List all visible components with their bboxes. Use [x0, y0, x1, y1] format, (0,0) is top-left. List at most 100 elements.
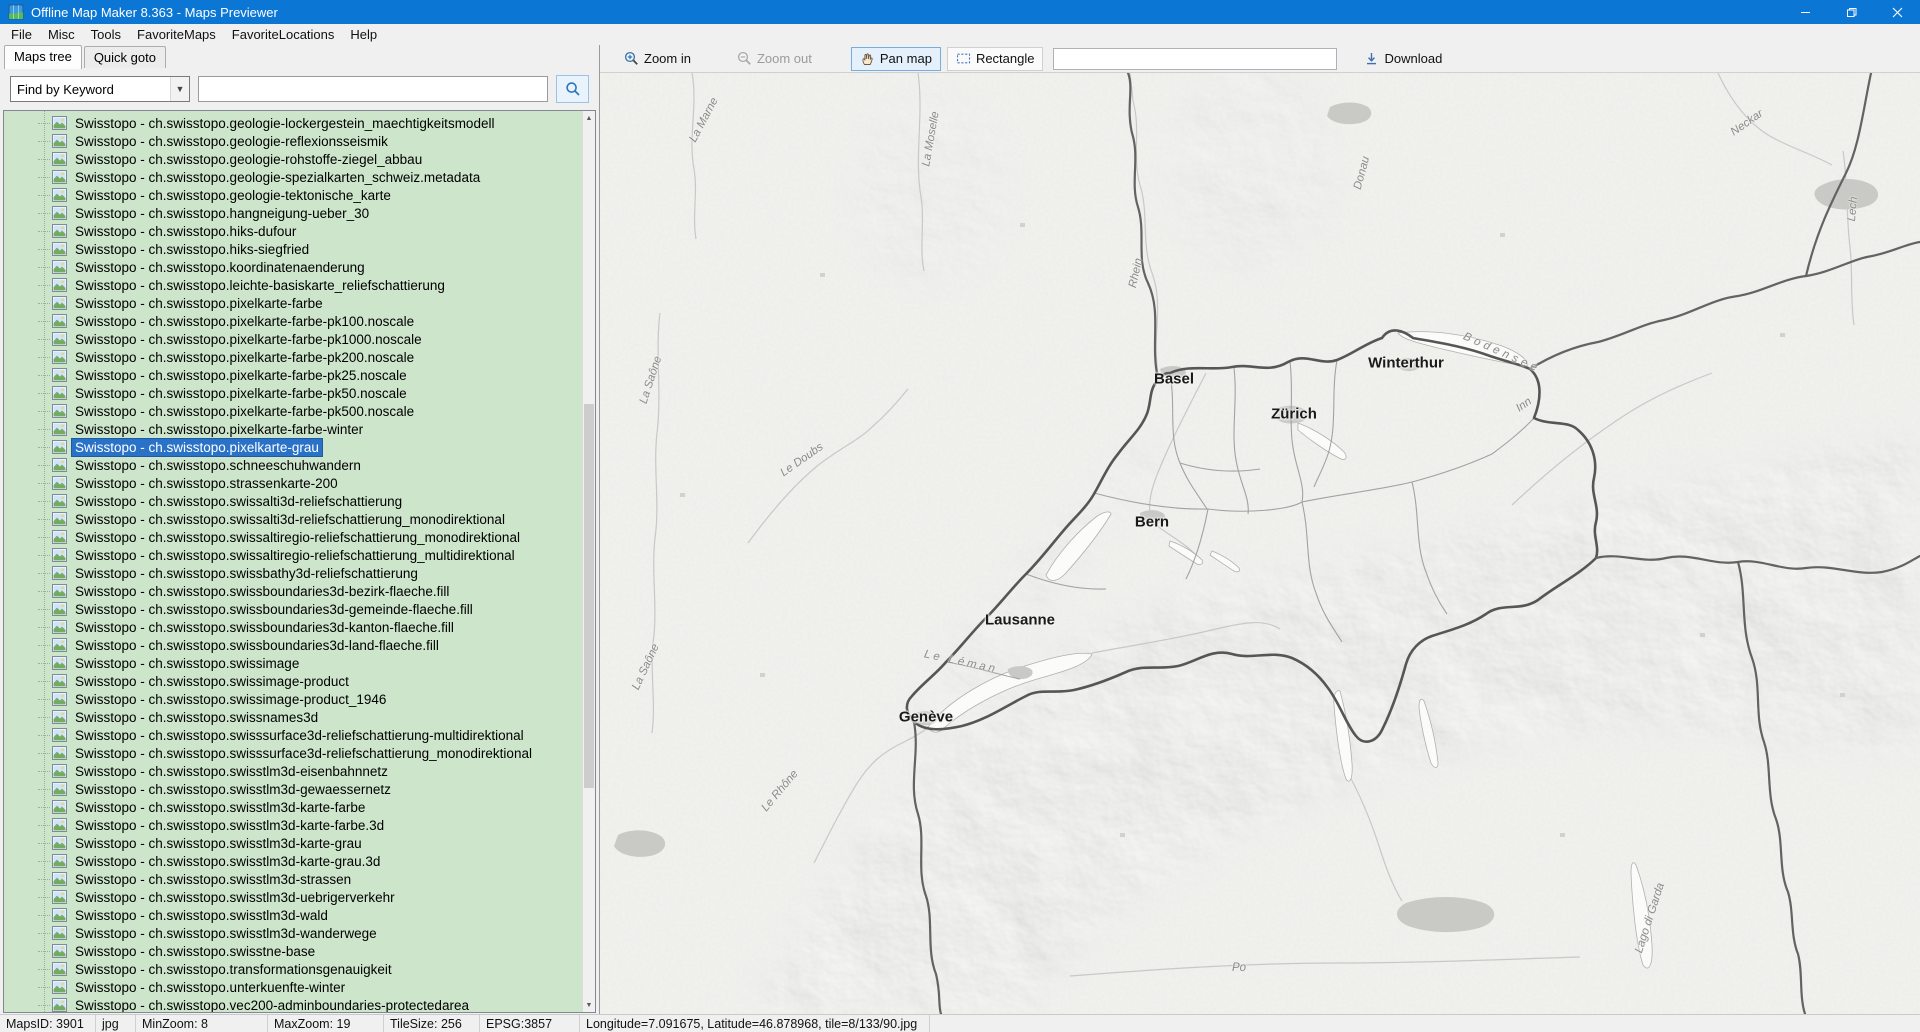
tree-item[interactable]: Swisstopo - ch.swisstopo.koordinatenaend…: [4, 258, 582, 276]
zoom-out-label: Zoom out: [757, 51, 812, 66]
tree-item[interactable]: Swisstopo - ch.swisstopo.swisstlm3d-gewa…: [4, 780, 582, 798]
tree-item[interactable]: Swisstopo - ch.swisstopo.geologie-locker…: [4, 114, 582, 132]
tree-item[interactable]: Swisstopo - ch.swisstopo.swisstlm3d-stra…: [4, 870, 582, 888]
tree-item[interactable]: Swisstopo - ch.swisstopo.pixelkarte-farb…: [4, 348, 582, 366]
scroll-down-icon[interactable]: ▼: [583, 998, 595, 1012]
tree-scrollbar[interactable]: ▲ ▼: [582, 111, 595, 1012]
menu-help[interactable]: Help: [342, 25, 385, 44]
tree-connector-line: [38, 483, 50, 484]
menu-misc[interactable]: Misc: [40, 25, 83, 44]
tree-connector-line: [38, 663, 50, 664]
menu-favoritelocations[interactable]: FavoriteLocations: [224, 25, 343, 44]
tree-item[interactable]: Swisstopo - ch.swisstopo.pixelkarte-farb…: [4, 330, 582, 348]
tree-item[interactable]: Swisstopo - ch.swisstopo.swissimage-prod…: [4, 690, 582, 708]
tree-item[interactable]: Swisstopo - ch.swisstopo.swissalti3d-rel…: [4, 492, 582, 510]
scroll-up-icon[interactable]: ▲: [583, 111, 595, 125]
tab-maps-tree[interactable]: Maps tree: [4, 45, 82, 69]
tree-item-label: Swisstopo - ch.swisstopo.swissboundaries…: [72, 601, 476, 618]
tree-item[interactable]: Swisstopo - ch.swisstopo.hiks-siegfried: [4, 240, 582, 258]
menu-tools[interactable]: Tools: [83, 25, 129, 44]
tree-item[interactable]: Swisstopo - ch.swisstopo.pixelkarte-farb…: [4, 294, 582, 312]
tree-item[interactable]: Swisstopo - ch.swisstopo.swisstlm3d-kart…: [4, 852, 582, 870]
tree-item[interactable]: Swisstopo - ch.swisstopo.swissboundaries…: [4, 582, 582, 600]
minimize-button[interactable]: [1782, 0, 1828, 24]
tree-connector-line: [38, 519, 50, 520]
tree-item[interactable]: Swisstopo - ch.swisstopo.swissboundaries…: [4, 600, 582, 618]
tree-item-label: Swisstopo - ch.swisstopo.swisstne-base: [72, 943, 318, 960]
zoom-in-button[interactable]: Zoom in: [615, 47, 700, 71]
tree-item[interactable]: Swisstopo - ch.swisstopo.swissaltiregio-…: [4, 546, 582, 564]
tree-connector-line: [38, 1005, 50, 1006]
tree-item[interactable]: Swisstopo - ch.swisstopo.geologie-reflex…: [4, 132, 582, 150]
tree-item[interactable]: Swisstopo - ch.swisstopo.swisstlm3d-kart…: [4, 816, 582, 834]
tree-connector-line: [38, 195, 50, 196]
tree-item[interactable]: Swisstopo - ch.swisstopo.swisstlm3d-uebr…: [4, 888, 582, 906]
keyword-input[interactable]: [198, 76, 548, 102]
pan-map-button[interactable]: Pan map: [851, 47, 941, 71]
tree-scrollbar-track[interactable]: [583, 125, 595, 998]
tree-item[interactable]: Swisstopo - ch.swisstopo.swisstlm3d-wald: [4, 906, 582, 924]
tree-item[interactable]: Swisstopo - ch.swisstopo.swissimage: [4, 654, 582, 672]
tree-item-label: Swisstopo - ch.swisstopo.leichte-basiska…: [72, 277, 448, 294]
tree-item[interactable]: Swisstopo - ch.swisstopo.swisstlm3d-eise…: [4, 762, 582, 780]
tree-item[interactable]: Swisstopo - ch.swisstopo.swisstne-base: [4, 942, 582, 960]
tree-connector-line: [38, 987, 50, 988]
tree-item[interactable]: Swisstopo - ch.swisstopo.pixelkarte-farb…: [4, 420, 582, 438]
tree-item[interactable]: Swisstopo - ch.swisstopo.leichte-basiska…: [4, 276, 582, 294]
tree-item[interactable]: Swisstopo - ch.swisstopo.strassenkarte-2…: [4, 474, 582, 492]
tree-item[interactable]: Swisstopo - ch.swisstopo.swissimage-prod…: [4, 672, 582, 690]
tree-connector-line: [38, 321, 50, 322]
tab-quick-goto[interactable]: Quick goto: [84, 46, 166, 68]
rectangle-button[interactable]: Rectangle: [947, 47, 1044, 71]
tree-item[interactable]: Swisstopo - ch.swisstopo.swissnames3d: [4, 708, 582, 726]
tree-item-label: Swisstopo - ch.swisstopo.pixelkarte-farb…: [72, 295, 326, 312]
tree-item[interactable]: Swisstopo - ch.swisstopo.swisstlm3d-wand…: [4, 924, 582, 942]
tree-item[interactable]: Swisstopo - ch.swisstopo.hiks-dufour: [4, 222, 582, 240]
tree-scrollbar-thumb[interactable]: [584, 404, 594, 788]
tree-item[interactable]: Swisstopo - ch.swisstopo.unterkuenfte-wi…: [4, 978, 582, 996]
tree-item-label: Swisstopo - ch.swisstopo.hiks-dufour: [72, 223, 299, 240]
close-button[interactable]: [1874, 0, 1920, 24]
map-layer-icon: [52, 152, 67, 166]
left-panel: Maps tree Quick goto Find by Keyword ▼ S…: [0, 45, 600, 1014]
tree-item[interactable]: Swisstopo - ch.swisstopo.pixelkarte-farb…: [4, 366, 582, 384]
tree-item[interactable]: Swisstopo - ch.swisstopo.pixelkarte-grau: [4, 438, 582, 456]
map-layer-icon: [52, 854, 67, 868]
tree-item[interactable]: Swisstopo - ch.swisstopo.transformations…: [4, 960, 582, 978]
tree-item[interactable]: Swisstopo - ch.swisstopo.swisssurface3d-…: [4, 744, 582, 762]
tree-item[interactable]: Swisstopo - ch.swisstopo.geologie-spezia…: [4, 168, 582, 186]
map-layer-icon: [52, 782, 67, 796]
tree-connector-line: [38, 789, 50, 790]
tree-connector-line: [38, 969, 50, 970]
tree-item[interactable]: Swisstopo - ch.swisstopo.pixelkarte-farb…: [4, 312, 582, 330]
tree-item[interactable]: Swisstopo - ch.swisstopo.swisssurface3d-…: [4, 726, 582, 744]
download-icon: [1364, 51, 1379, 66]
zoom-out-button[interactable]: Zoom out: [728, 47, 821, 71]
tree-item[interactable]: Swisstopo - ch.swisstopo.schneeschuhwand…: [4, 456, 582, 474]
tree-item[interactable]: Swisstopo - ch.swisstopo.vec200-adminbou…: [4, 996, 582, 1012]
toolbar-text-input[interactable]: [1053, 48, 1337, 70]
tree-item[interactable]: Swisstopo - ch.swisstopo.swissboundaries…: [4, 618, 582, 636]
tree-item[interactable]: Swisstopo - ch.swisstopo.swissboundaries…: [4, 636, 582, 654]
maximize-button[interactable]: [1828, 0, 1874, 24]
menu-favoritemaps[interactable]: FavoriteMaps: [129, 25, 224, 44]
status-maps-id: MapsID: 3901: [0, 1015, 96, 1032]
tree-item[interactable]: Swisstopo - ch.swisstopo.pixelkarte-farb…: [4, 402, 582, 420]
tree-item[interactable]: Swisstopo - ch.swisstopo.swissaltiregio-…: [4, 528, 582, 546]
rectangle-select-icon: [956, 51, 971, 66]
tree-item[interactable]: Swisstopo - ch.swisstopo.pixelkarte-farb…: [4, 384, 582, 402]
tree-item[interactable]: Swisstopo - ch.swisstopo.swissbathy3d-re…: [4, 564, 582, 582]
download-button[interactable]: Download: [1355, 47, 1451, 71]
tree-item-label: Swisstopo - ch.swisstopo.swissaltiregio-…: [72, 547, 518, 564]
map-view[interactable]: BaselWinterthurZürichBernLausanneGenèveL…: [600, 73, 1920, 1014]
tree-item[interactable]: Swisstopo - ch.swisstopo.swisstlm3d-kart…: [4, 798, 582, 816]
tree-item[interactable]: Swisstopo - ch.swisstopo.swissalti3d-rel…: [4, 510, 582, 528]
menu-file[interactable]: File: [3, 25, 40, 44]
search-button[interactable]: [556, 75, 589, 103]
tree-item-label: Swisstopo - ch.swisstopo.swisstlm3d-kart…: [72, 817, 387, 834]
tree-item[interactable]: Swisstopo - ch.swisstopo.swisstlm3d-kart…: [4, 834, 582, 852]
search-mode-dropdown[interactable]: Find by Keyword ▼: [10, 76, 190, 102]
tree-item[interactable]: Swisstopo - ch.swisstopo.geologie-tekton…: [4, 186, 582, 204]
tree-item[interactable]: Swisstopo - ch.swisstopo.geologie-rohsto…: [4, 150, 582, 168]
tree-item[interactable]: Swisstopo - ch.swisstopo.hangneigung-ueb…: [4, 204, 582, 222]
